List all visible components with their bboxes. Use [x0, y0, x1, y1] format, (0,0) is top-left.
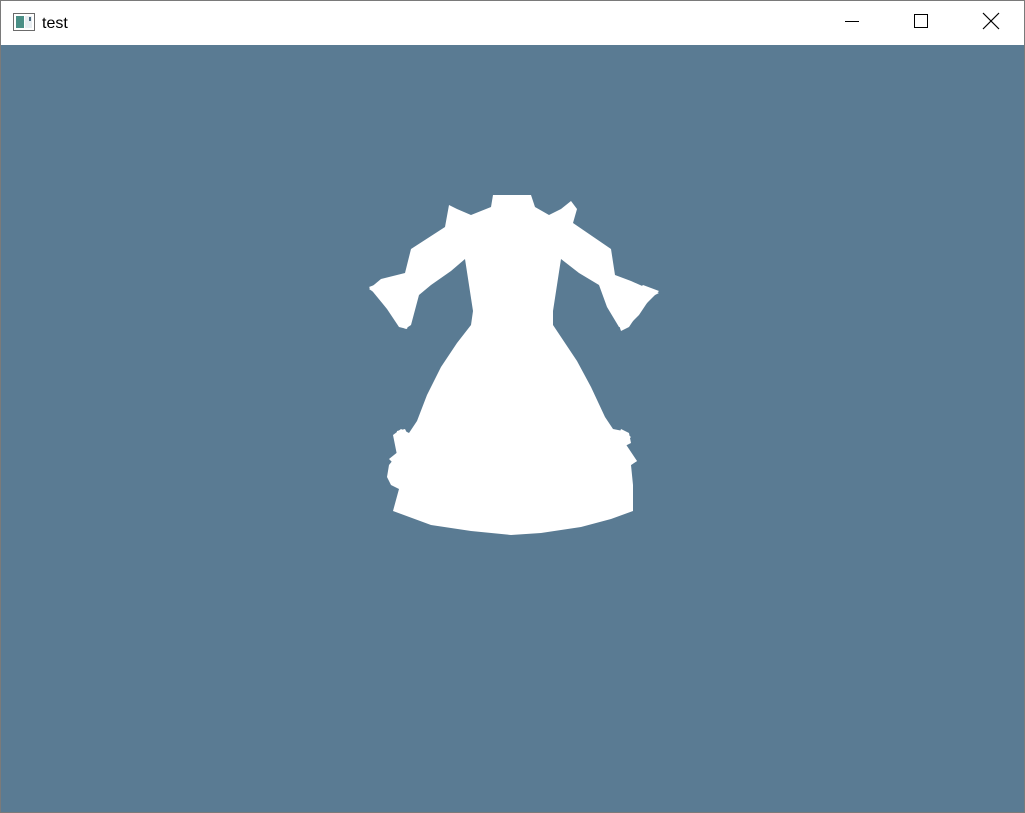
app-window-icon [13, 13, 35, 31]
window-title: test [42, 15, 68, 32]
maximize-button[interactable] [886, 1, 956, 45]
close-icon [982, 12, 1000, 35]
title-bar[interactable]: test [1, 1, 1024, 45]
maximize-icon [913, 13, 929, 34]
minimize-button[interactable] [817, 1, 887, 45]
render-viewport[interactable] [1, 45, 1024, 812]
app-window: test [0, 0, 1025, 813]
close-button[interactable] [956, 1, 1025, 45]
minimize-icon [844, 13, 860, 34]
scene-canvas [369, 195, 659, 535]
dress-silhouette [369, 195, 659, 535]
